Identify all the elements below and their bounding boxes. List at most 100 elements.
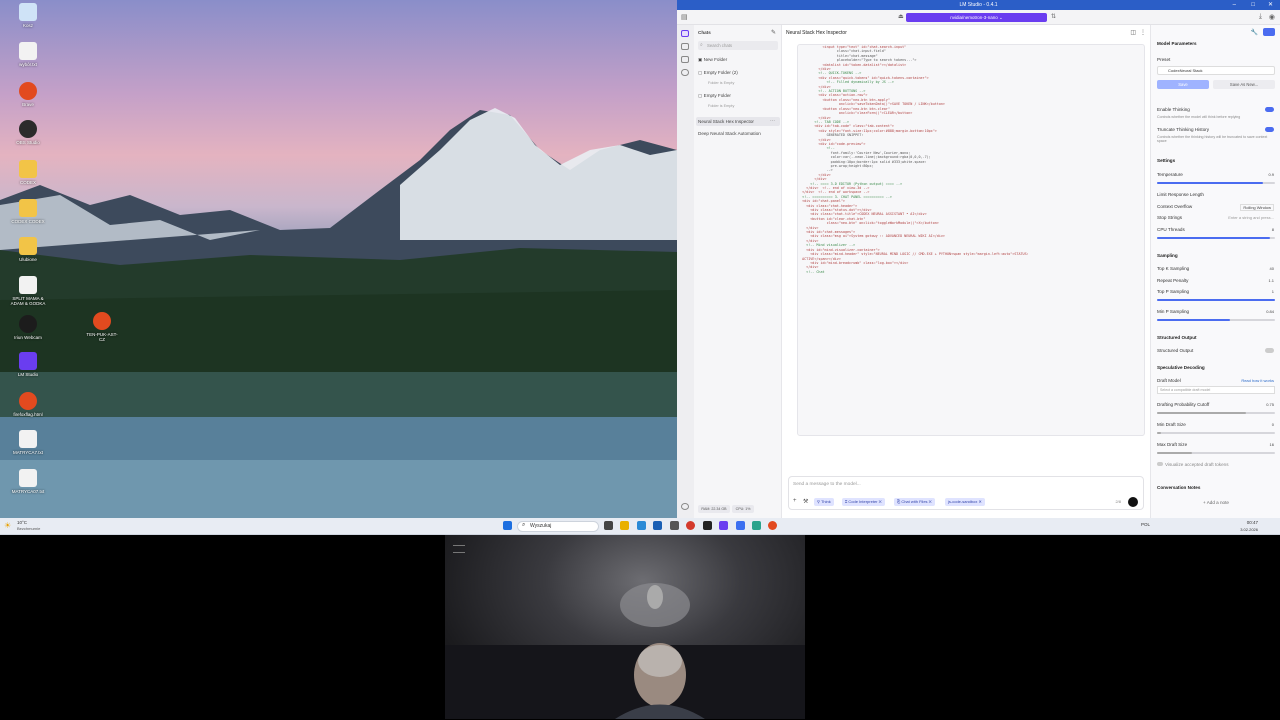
account-icon[interactable]: ◉ — [1269, 13, 1275, 21]
temperature-value[interactable]: 0.9 — [1268, 172, 1274, 177]
task-view-icon[interactable] — [604, 521, 613, 530]
new-chat-icon[interactable]: ✎ — [771, 29, 776, 36]
clock-time[interactable]: 00:47 — [1247, 520, 1258, 525]
spec-decoding-header[interactable]: Speculative Decoding — [1157, 365, 1205, 370]
min-draft-slider[interactable] — [1157, 432, 1275, 434]
sampling-header[interactable]: Sampling — [1157, 253, 1178, 258]
structured-toggle[interactable] — [1265, 348, 1274, 353]
chat-item[interactable]: Deep Neural Stack Automation — [698, 131, 761, 136]
download-icon[interactable]: ⤓ — [1259, 13, 1262, 21]
desktop-icon[interactable]: MATRYCA07.txt — [10, 469, 46, 494]
desktop-icon[interactable]: Iriun Webcam — [10, 315, 46, 340]
max-draft-value[interactable]: 16 — [1270, 442, 1274, 447]
stop-strings-input[interactable]: Enter a string and press... — [1228, 215, 1274, 220]
temperature-slider[interactable] — [1157, 182, 1275, 184]
desktop-icon[interactable]: firefoxflag.html — [10, 392, 46, 417]
attach-plus-icon[interactable]: + — [793, 498, 797, 504]
top-k-value[interactable]: 40 — [1270, 266, 1274, 271]
close-icon[interactable]: ✕ — [1268, 0, 1273, 10]
enable-thinking-toggle[interactable] — [1265, 107, 1274, 112]
chrome-icon[interactable] — [686, 521, 695, 530]
models-nav-icon[interactable] — [681, 56, 689, 63]
app-icon[interactable] — [752, 521, 761, 530]
terminal-icon[interactable] — [703, 521, 712, 530]
desktop-icon[interactable]: LM Studio — [10, 352, 46, 377]
top-p-slider[interactable] — [1157, 299, 1275, 301]
desktop-icon[interactable]: Kosz — [10, 3, 46, 28]
developer-nav-icon[interactable] — [681, 43, 689, 50]
brave-taskbar-icon[interactable] — [768, 521, 777, 530]
tools-icon[interactable]: ⚒ — [803, 498, 808, 505]
min-p-slider[interactable] — [1157, 319, 1275, 321]
settings-header[interactable]: Settings — [1157, 158, 1175, 163]
obs-taskbar-icon[interactable] — [670, 521, 679, 530]
model-settings-icon[interactable]: ⇅ — [1051, 13, 1056, 20]
app-icon[interactable] — [736, 521, 745, 530]
edge-icon[interactable] — [637, 521, 646, 530]
drafting-prob-slider[interactable] — [1157, 412, 1275, 414]
desktop-icon[interactable]: SPLIT MAMA & ADAM & GODKA — [10, 276, 46, 306]
store-icon[interactable] — [653, 521, 662, 530]
lang-indicator[interactable]: POL — [1141, 522, 1150, 527]
add-note-button[interactable]: + Add a note — [1203, 500, 1229, 505]
clock-date[interactable]: 3.02.2026 — [1240, 527, 1258, 532]
repeat-penalty-value[interactable]: 1.1 — [1268, 278, 1274, 283]
wrench-icon[interactable]: 🔧 — [1251, 29, 1258, 36]
min-p-value[interactable]: 0.84 — [1266, 309, 1274, 314]
desktop-icon[interactable]: Ulubione — [10, 237, 46, 262]
save-as-new-button[interactable]: Save As New... — [1213, 80, 1275, 89]
new-folder-button[interactable]: ▣ New Folder — [698, 57, 727, 63]
desktop-icon[interactable]: OBS Studio — [10, 120, 46, 145]
model-picker[interactable]: nvidia/nemotron-3-nano ⌄ — [906, 13, 1047, 22]
message-composer[interactable]: Send a message to the model... + ⚒ ⚲ Thi… — [788, 476, 1144, 510]
taskbar-search[interactable]: Wyszukaj — [517, 521, 599, 532]
truncate-thinking-toggle[interactable] — [1265, 127, 1274, 132]
windows-start-icon[interactable] — [503, 521, 512, 530]
eject-icon[interactable]: ⏏ — [898, 13, 904, 20]
min-draft-value[interactable]: 0 — [1272, 422, 1274, 427]
think-toggle[interactable]: ⚲ Think — [814, 498, 834, 506]
top-p-value[interactable]: 1 — [1272, 289, 1274, 294]
folder-item[interactable]: ▢ Empty Folder — [698, 93, 731, 99]
webcam-menu-icon[interactable] — [453, 545, 465, 553]
desktop-icon[interactable]: CODEX CODEX — [10, 199, 46, 224]
chat-with-files-chip[interactable]: ⎘ Chat with Files ✕ — [894, 498, 935, 506]
more-options-icon[interactable]: ⋯ — [770, 118, 775, 124]
discover-nav-icon[interactable] — [681, 69, 689, 76]
context-overflow-select[interactable]: Rolling Window — [1240, 204, 1274, 211]
desktop-icon[interactable]: wybór.txt — [10, 42, 46, 67]
minimize-icon[interactable]: – — [1233, 0, 1236, 10]
js-sandbox-chip[interactable]: js-code-sandbox ✕ — [945, 498, 985, 506]
split-view-icon[interactable]: ◫ — [1130, 29, 1136, 36]
sidebar-toggle-icon[interactable]: ▤ — [681, 13, 688, 21]
draft-model-select[interactable]: Select a compatible draft model — [1157, 386, 1275, 394]
read-how-link[interactable]: Read how it works — [1241, 378, 1274, 383]
weather-temp[interactable]: 10°C — [17, 520, 27, 525]
settings-gear-icon[interactable] — [681, 503, 689, 510]
stop-generation-button[interactable] — [1128, 497, 1138, 507]
more-menu-icon[interactable]: ⋮ — [1140, 29, 1146, 36]
desktop-icon[interactable]: Brave — [10, 82, 46, 107]
visualize-toggle[interactable] — [1157, 462, 1163, 466]
preset-select[interactable]: CodexNeural Stack — [1157, 66, 1275, 75]
settings-toggle-icon[interactable] — [1263, 28, 1275, 36]
structured-header[interactable]: Structured Output — [1157, 335, 1197, 340]
chat-nav-icon[interactable] — [681, 30, 689, 37]
code-interpreter-chip[interactable]: ⌗ Code Interpreter ✕ — [842, 498, 885, 506]
cpu-threads-slider[interactable] — [1157, 237, 1275, 239]
search-chats-input[interactable]: Search chats — [698, 41, 778, 50]
desktop-icon[interactable]: TEN-PUK-AST-CZ — [84, 312, 120, 342]
max-draft-slider[interactable] — [1157, 452, 1275, 454]
cpu-threads-value[interactable]: 8 — [1272, 227, 1274, 232]
file-explorer-icon[interactable] — [620, 521, 629, 530]
folder-name: Empty Folder (2) — [703, 70, 738, 75]
notes-header[interactable]: Conversation Notes — [1157, 485, 1200, 490]
desktop-icon[interactable]: MATRYCA7.txt — [10, 430, 46, 455]
maximize-icon[interactable]: □ — [1251, 0, 1255, 10]
lm-studio-window: LM Studio - 0.4.1 – □ ✕ ▤ ⏏ nvidia/nemot… — [677, 0, 1280, 518]
folder-item[interactable]: ▢ Empty Folder (2) — [698, 70, 738, 76]
desktop-icon[interactable]: CODEX — [10, 160, 46, 185]
save-preset-button[interactable]: Save — [1157, 80, 1209, 89]
drafting-prob-value[interactable]: 0.75 — [1266, 402, 1274, 407]
lm-studio-taskbar-icon[interactable] — [719, 521, 728, 530]
